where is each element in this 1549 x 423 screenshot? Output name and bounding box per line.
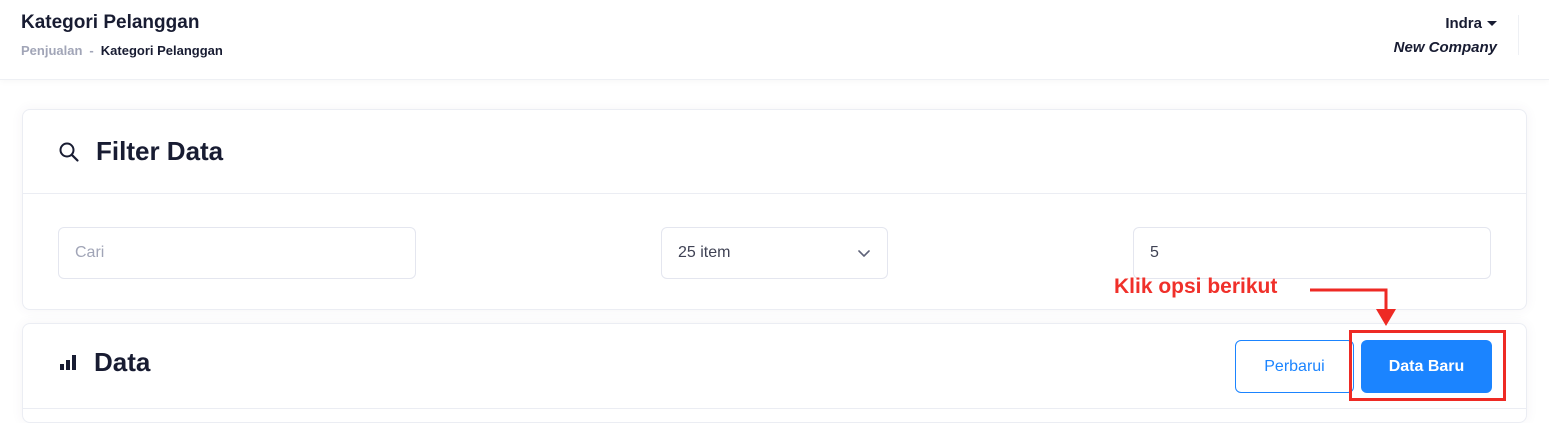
bar-chart-icon — [58, 352, 78, 372]
data-card-divider — [23, 408, 1526, 409]
filter-card-title: Filter Data — [96, 136, 224, 166]
per-page-value: 25 item — [678, 244, 731, 261]
page-number-value: 5 — [1150, 244, 1159, 261]
search-icon — [58, 141, 80, 163]
annotation-highlight-box — [1349, 330, 1506, 401]
search-input[interactable]: Cari — [58, 227, 416, 279]
filter-card-header: Filter Data — [23, 110, 1526, 194]
caret-down-icon — [1487, 21, 1497, 26]
page-title: Kategori Pelanggan — [21, 12, 200, 33]
header-divider — [1518, 15, 1519, 55]
per-page-select[interactable]: 25 item — [661, 227, 888, 279]
top-header: Kategori Pelanggan Penjualan - Kategori … — [0, 0, 1549, 80]
breadcrumb-item-current: Kategori Pelanggan — [100, 43, 223, 58]
chevron-down-icon — [857, 246, 871, 260]
annotation-label: Klik opsi berikut — [1114, 275, 1278, 298]
company-name: New Company — [1393, 39, 1497, 56]
data-card: Data Perbarui Data Baru — [22, 323, 1527, 423]
breadcrumb-separator: - — [89, 43, 94, 58]
user-menu-toggle[interactable]: Indra — [1445, 15, 1497, 32]
page-number-input[interactable]: 5 — [1133, 227, 1491, 279]
breadcrumb: Penjualan - Kategori Pelanggan — [21, 43, 223, 58]
user-name: Indra — [1445, 15, 1482, 32]
filter-card: Filter Data Cari 25 item 5 — [22, 109, 1527, 310]
search-placeholder: Cari — [75, 244, 105, 261]
refresh-button[interactable]: Perbarui — [1235, 340, 1354, 393]
user-menu: Indra New Company — [1394, 15, 1497, 56]
data-card-title: Data — [94, 346, 151, 377]
breadcrumb-item-penjualan[interactable]: Penjualan — [21, 43, 82, 58]
